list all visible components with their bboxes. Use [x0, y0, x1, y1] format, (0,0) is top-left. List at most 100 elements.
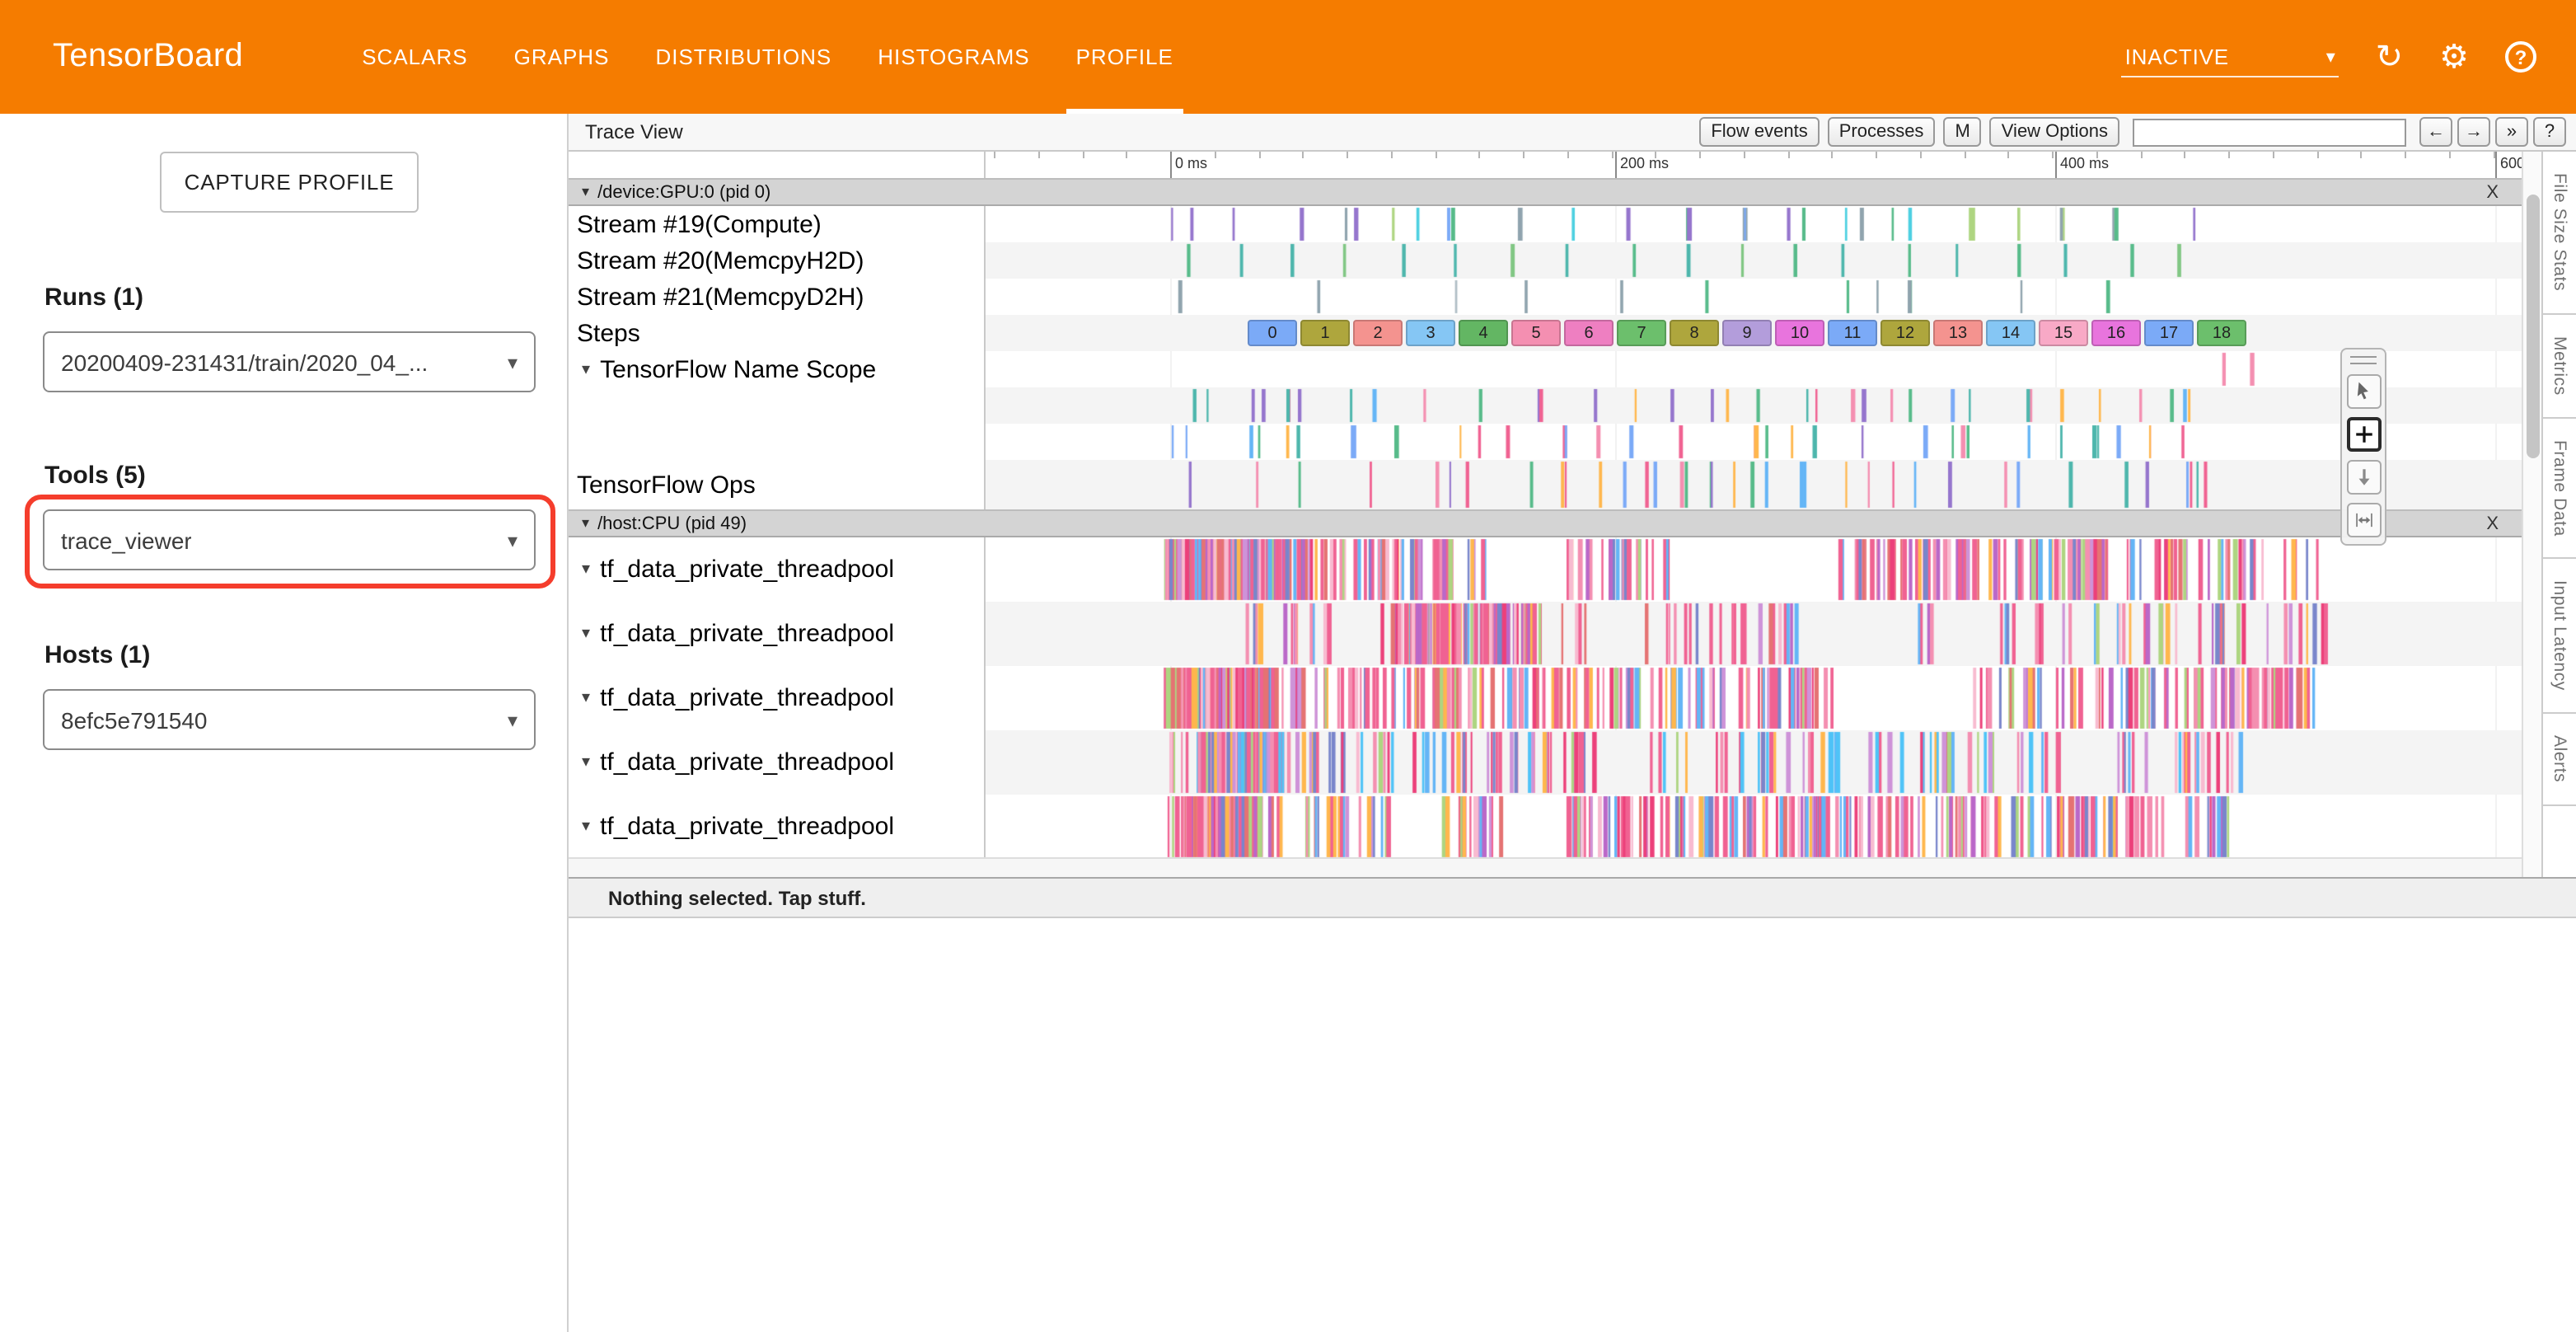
help-icon[interactable]: ?: [2505, 41, 2536, 73]
step-box-4[interactable]: 4: [1459, 320, 1508, 346]
track-events[interactable]: [986, 460, 2522, 509]
step-box-17[interactable]: 17: [2144, 320, 2194, 346]
collapse-arrow-icon: ▾: [582, 514, 589, 532]
flow-events-button[interactable]: Flow events: [1699, 117, 1819, 147]
vertical-scrollbar[interactable]: [2522, 152, 2541, 877]
step-box-12[interactable]: 12: [1880, 320, 1930, 346]
horizontal-span-icon: [2353, 509, 2374, 531]
step-box-18[interactable]: 18: [2197, 320, 2246, 346]
m-button[interactable]: M: [1943, 117, 1981, 147]
track-events[interactable]: [986, 424, 2522, 460]
track-events[interactable]: [986, 279, 2522, 315]
nav-graphs[interactable]: GRAPHS: [491, 0, 633, 114]
track-row: TensorFlow Ops: [569, 460, 2522, 509]
track-label-tf-data-private-threadpool[interactable]: ▾tf_data_private_threadpool: [569, 666, 986, 730]
nav-scalars[interactable]: SCALARS: [339, 0, 490, 114]
track-events[interactable]: [986, 666, 2522, 730]
track-row: Stream #21(MemcpyD2H): [569, 279, 2522, 315]
close-process-button[interactable]: X: [2486, 514, 2499, 533]
ruler-spacer: [569, 152, 986, 178]
track-events[interactable]: [986, 387, 2522, 424]
step-box-1[interactable]: 1: [1300, 320, 1350, 346]
collapse-arrow-icon: ▾: [582, 183, 589, 201]
top-bar-actions: INACTIVE ▾ ↻ ⚙ ?: [2122, 0, 2536, 114]
collapse-arrow-icon: ▾: [582, 818, 590, 836]
track-events[interactable]: [986, 351, 2522, 387]
side-tab-alerts[interactable]: Alerts: [2543, 714, 2576, 805]
close-process-button[interactable]: X: [2486, 182, 2499, 202]
step-box-11[interactable]: 11: [1828, 320, 1877, 346]
nav-distributions[interactable]: DISTRIBUTIONS: [632, 0, 855, 114]
side-tab-metrics[interactable]: Metrics: [2543, 314, 2576, 418]
detail-status-message: Nothing selected. Tap stuff.: [569, 879, 2576, 918]
gear-icon[interactable]: ⚙: [2439, 40, 2469, 73]
step-box-5[interactable]: 5: [1511, 320, 1561, 346]
track-label-stream-19-compute: Stream #19(Compute): [569, 206, 986, 242]
track-events[interactable]: 0123456789101112131415161718: [986, 315, 2522, 351]
track-row: ▾tf_data_private_threadpool: [569, 666, 2522, 730]
palette-drag-handle[interactable]: [2350, 356, 2377, 364]
chevron-down-icon: ▾: [508, 528, 518, 551]
side-tab-file-size-stats[interactable]: File Size Stats: [2543, 152, 2576, 314]
processes-button[interactable]: Processes: [1828, 117, 1936, 147]
side-tab-strip: File Size StatsMetricsFrame DataInput La…: [2541, 152, 2576, 877]
step-box-3[interactable]: 3: [1406, 320, 1455, 346]
runs-label: Runs (1): [44, 284, 143, 312]
runs-select[interactable]: 20200409-231431/train/2020_04_... ▾: [43, 331, 536, 392]
track-events[interactable]: [986, 730, 2522, 795]
step-box-16[interactable]: 16: [2091, 320, 2141, 346]
status-dropdown[interactable]: INACTIVE ▾: [2122, 37, 2339, 77]
track-label-tf-data-private-threadpool[interactable]: ▾tf_data_private_threadpool: [569, 602, 986, 666]
ruler-label: 200 ms: [1620, 155, 1669, 171]
track-events[interactable]: [986, 242, 2522, 279]
chevron-down-icon: ▾: [2326, 45, 2336, 67]
prev-button[interactable]: ←: [2419, 117, 2452, 147]
scrollbar-thumb[interactable]: [2527, 195, 2540, 458]
track-events[interactable]: [986, 206, 2522, 242]
step-box-6[interactable]: 6: [1564, 320, 1614, 346]
trace-search-input[interactable]: [2133, 118, 2406, 146]
content: CAPTURE PROFILE Runs (1) 20200409-231431…: [0, 114, 2576, 1332]
nav-profile[interactable]: PROFILE: [1053, 0, 1197, 114]
side-tab-frame-data[interactable]: Frame Data: [2543, 418, 2576, 559]
step-box-8[interactable]: 8: [1670, 320, 1719, 346]
refresh-icon[interactable]: ↻: [2376, 40, 2404, 73]
horizontal-scrollbar[interactable]: [569, 857, 2522, 877]
more-button[interactable]: »: [2495, 117, 2528, 147]
zoom-tool-button[interactable]: [2346, 460, 2381, 495]
next-button[interactable]: →: [2457, 117, 2490, 147]
capture-profile-button[interactable]: CAPTURE PROFILE: [160, 152, 419, 213]
hosts-select[interactable]: 8efc5e791540 ▾: [43, 689, 536, 750]
process-header-host-cpu-pid-49[interactable]: ▾ /host:CPU (pid 49) X: [569, 509, 2522, 537]
pan-tool-button[interactable]: [2346, 417, 2381, 452]
collapse-arrow-icon: ▾: [582, 625, 590, 643]
process-header-device-gpu-0-pid-0[interactable]: ▾/device:GPU:0 (pid 0)X: [569, 178, 2522, 206]
track-label-tf-data-private-threadpool[interactable]: ▾tf_data_private_threadpool: [569, 795, 986, 857]
track-label-tf-data-private-threadpool[interactable]: ▾tf_data_private_threadpool: [569, 730, 986, 795]
tools-select[interactable]: trace_viewer ▾: [43, 509, 536, 570]
help-button[interactable]: ?: [2533, 117, 2566, 147]
step-box-2[interactable]: 2: [1353, 320, 1403, 346]
step-box-14[interactable]: 14: [1986, 320, 2035, 346]
track-events[interactable]: [986, 795, 2522, 857]
track-label-tf-data-private-threadpool[interactable]: ▾tf_data_private_threadpool: [569, 537, 986, 602]
step-box-10[interactable]: 10: [1775, 320, 1824, 346]
detail-body: [569, 918, 2576, 1332]
track-events[interactable]: [986, 602, 2522, 666]
track-events[interactable]: [986, 537, 2522, 602]
process-title: /host:CPU (pid 49): [597, 514, 747, 533]
step-box-13[interactable]: 13: [1933, 320, 1983, 346]
timing-tool-button[interactable]: [2346, 503, 2381, 537]
track-label-tensorflow-name-scope[interactable]: ▾TensorFlow Name Scope: [569, 351, 986, 387]
step-box-9[interactable]: 9: [1722, 320, 1772, 346]
step-box-15[interactable]: 15: [2039, 320, 2088, 346]
step-box-7[interactable]: 7: [1617, 320, 1666, 346]
app-title: TensorBoard: [53, 0, 243, 114]
view-options-button[interactable]: View Options: [1990, 117, 2119, 147]
nav-histograms[interactable]: HISTOGRAMS: [855, 0, 1052, 114]
selection-tool-button[interactable]: [2346, 374, 2381, 409]
trace-toolbar: Trace View Flow eventsProcessesMView Opt…: [569, 114, 2576, 152]
side-tab-input-latency[interactable]: Input Latency: [2543, 559, 2576, 714]
step-box-0[interactable]: 0: [1248, 320, 1297, 346]
collapse-arrow-icon: ▾: [582, 689, 590, 707]
